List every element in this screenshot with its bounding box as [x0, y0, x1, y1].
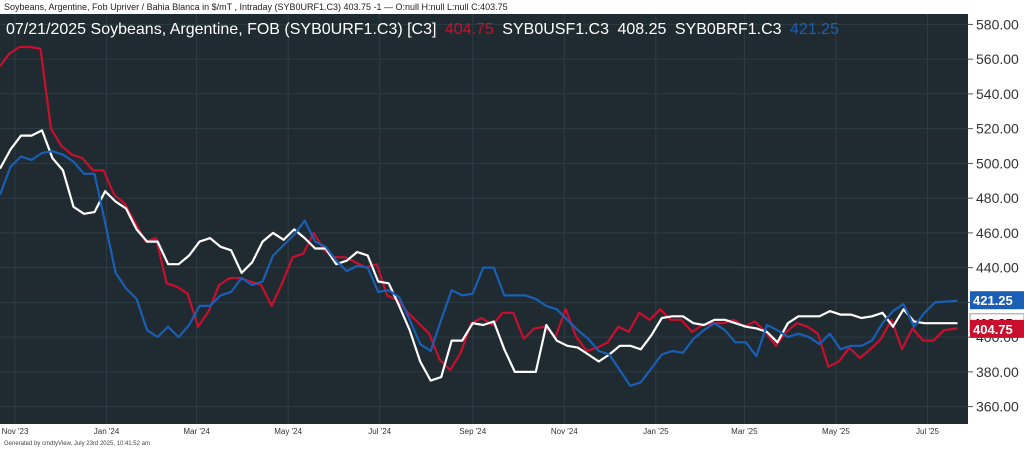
x-tick-label: Sep '24 — [459, 427, 486, 436]
y-tick-label: 360.00 — [976, 399, 1019, 415]
last-value-label: 404.75 — [973, 322, 1013, 337]
chart-header-info: Soybeans, Argentine, Fob Upriver / Bahia… — [0, 0, 1024, 14]
last-value-label: 421.25 — [973, 293, 1013, 308]
x-tick-label: Mar '24 — [183, 427, 210, 436]
y-tick-label: 440.00 — [976, 260, 1019, 276]
y-tick-label: 560.00 — [976, 51, 1019, 67]
y-tick-label: 520.00 — [976, 121, 1019, 137]
y-tick-label: 380.00 — [976, 364, 1019, 380]
x-tick-label: Jul '25 — [916, 427, 939, 436]
legend-s3-name: SYB0BRF1.C3 — [675, 21, 782, 38]
x-tick-label: Jul '24 — [368, 427, 391, 436]
x-tick-label: Nov '24 — [551, 427, 578, 436]
legend-s2-name: SYB0USF1.C3 — [502, 21, 609, 38]
legend-s1-value: 404.75 — [445, 21, 494, 38]
plot-background — [0, 14, 968, 424]
chart-footer: Generated by cmdtyView, July 23rd 2025, … — [4, 441, 150, 447]
x-tick-label: May '24 — [274, 427, 302, 436]
last-value-labels: 421.25408.25404.75 — [969, 291, 1024, 338]
legend-s2-value: 408.25 — [617, 21, 666, 38]
y-tick-label: 460.00 — [976, 225, 1019, 241]
y-tick-label: 580.00 — [976, 16, 1019, 32]
x-tick-label: Jan '24 — [94, 427, 120, 436]
x-tick-label: Jan '25 — [643, 427, 669, 436]
y-tick-label: 480.00 — [976, 190, 1019, 206]
legend-title: 07/21/2025 Soybeans, Argentine, FOB (SYB… — [6, 21, 436, 38]
x-tick-label: Nov '23 — [2, 427, 29, 436]
x-tick-label: Mar '25 — [731, 427, 758, 436]
chart-legend: 07/21/2025 Soybeans, Argentine, FOB (SYB… — [6, 21, 839, 38]
legend-s3-value: 421.25 — [790, 21, 839, 38]
y-tick-label: 540.00 — [976, 86, 1019, 102]
price-chart[interactable]: 360.00380.00400.00420.00440.00460.00480.… — [0, 14, 1024, 439]
x-tick-label: May '25 — [822, 427, 850, 436]
y-tick-label: 500.00 — [976, 155, 1019, 171]
